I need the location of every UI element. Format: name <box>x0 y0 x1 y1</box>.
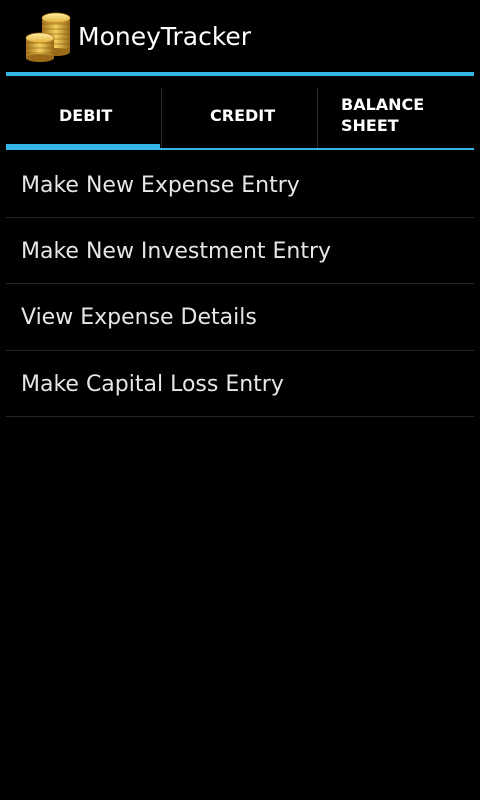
screen: MoneyTracker DEBIT CREDIT BALANCE SHEET … <box>0 0 480 800</box>
app-title: MoneyTracker <box>78 22 252 51</box>
action-bar: MoneyTracker <box>0 0 480 72</box>
list-item-label: Make Capital Loss Entry <box>21 372 284 397</box>
list-item-make-new-expense-entry[interactable]: Make New Expense Entry <box>6 152 474 218</box>
tab-bar: DEBIT CREDIT BALANCE SHEET <box>6 88 474 150</box>
tab-credit-label: CREDIT <box>210 106 276 125</box>
action-bar-divider <box>6 72 474 76</box>
tab-debit[interactable]: DEBIT <box>6 88 160 150</box>
tab-balance-sheet-label-line1: BALANCE <box>341 95 425 114</box>
tab-debit-label: DEBIT <box>59 106 113 125</box>
list-item-label: Make New Expense Entry <box>21 173 300 198</box>
tab-credit[interactable]: CREDIT <box>162 88 316 150</box>
tab-balance-sheet-label-line2: SHEET <box>341 116 399 135</box>
list-item-make-new-investment-entry[interactable]: Make New Investment Entry <box>6 218 474 284</box>
list-item-label: View Expense Details <box>21 305 257 330</box>
tab-balance-sheet[interactable]: BALANCE SHEET <box>318 88 474 150</box>
coins-icon <box>25 12 71 62</box>
list-item-make-capital-loss-entry[interactable]: Make Capital Loss Entry <box>6 351 474 417</box>
list-item-label: Make New Investment Entry <box>21 239 332 264</box>
tab-bar-underline <box>6 148 474 150</box>
menu-list: Make New Expense Entry Make New Investme… <box>6 152 474 417</box>
list-item-view-expense-details[interactable]: View Expense Details <box>6 284 474 351</box>
